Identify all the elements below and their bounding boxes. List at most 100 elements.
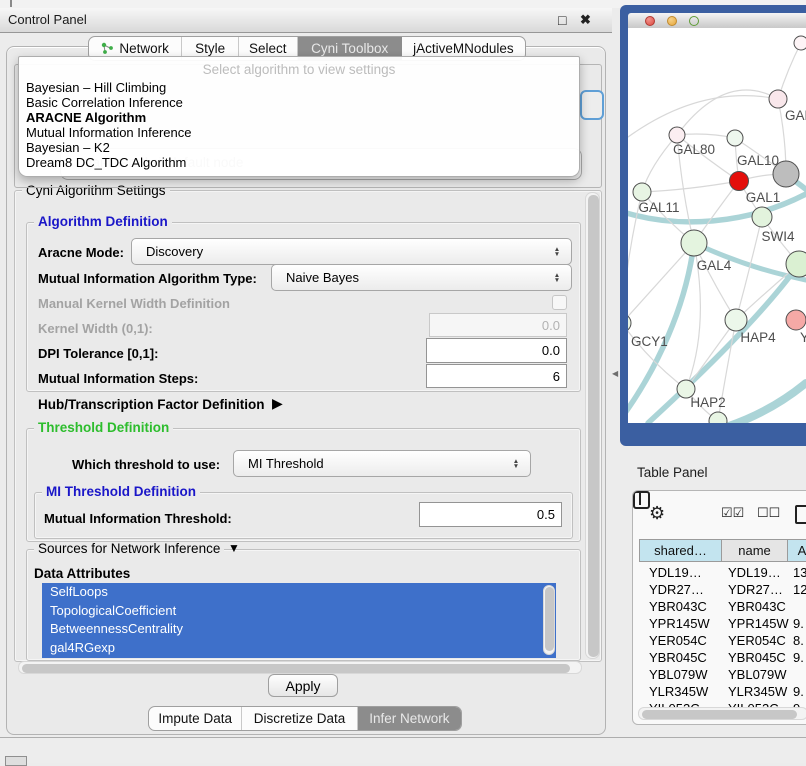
zoom-traffic-light-icon[interactable] [689,16,699,26]
dpi-tolerance-field[interactable]: 0.0 [426,338,567,363]
settings-horizontal-scrollbar[interactable] [18,661,582,674]
table-cell[interactable]: YDL19… [728,565,781,580]
list-item-selfloops[interactable]: SelfLoops [42,583,556,602]
node-gal-partial[interactable] [769,90,787,108]
algorithm-option-basic-correlation[interactable]: Basic Correlation Inference [26,95,183,110]
table-cell[interactable]: YPR145W [728,616,789,631]
aracne-mode-combo[interactable]: Discovery ▲ ▼ [131,238,572,265]
algorithm-option-mutual-information[interactable]: Mutual Information Inference [26,125,191,140]
spinner-down-icon: ▼ [554,251,560,258]
which-threshold-combo[interactable]: MI Threshold ▲ ▼ [233,450,531,477]
node-partial-top[interactable] [794,36,806,50]
column-header-shared-name[interactable]: shared… [639,539,722,562]
select-all-checkboxes-icon[interactable]: ☑☑ [721,505,744,521]
network-canvas[interactable]: GAL GAL80 GAL10 GAL1 GAL11 GAL4 SWI4 HAP… [628,28,806,423]
table-cell[interactable]: YLR345W [728,684,787,699]
panel-splitter-arrow-icon[interactable]: ◀ [612,369,618,378]
table-cell[interactable]: 9. [793,650,804,665]
table-cell[interactable]: YBR045C [649,650,707,665]
settings-horizontal-scrollbar-thumb[interactable] [22,664,570,673]
table-cell[interactable]: YBL079W [649,667,708,682]
node-gal10[interactable] [727,130,743,146]
table-cell[interactable]: 8. [793,633,804,648]
mi-steps-field[interactable]: 6 [426,364,567,388]
node-gal1-red[interactable] [730,172,749,191]
list-item-gal4rgexp[interactable]: gal4RGexp [42,639,556,658]
attributes-list-scrollbar-thumb[interactable] [545,587,554,651]
table-cell[interactable]: YBR043C [728,599,786,614]
partial-bottom-button[interactable] [5,756,27,766]
manual-kernel-checkbox[interactable] [552,295,567,310]
algorithm-option-bayesian-k2[interactable]: Bayesian – K2 [26,140,110,155]
tab-jactivemnodules-label: jActiveMNodules [413,41,514,56]
close-window-icon[interactable]: ✖ [580,12,591,28]
tab-infer-network[interactable]: Infer Network [358,707,461,730]
table-cell[interactable]: YBL079W [728,667,787,682]
close-traffic-light-icon[interactable] [645,16,655,26]
algorithm-option-dream8[interactable]: Dream8 DC_TDC Algorithm [26,155,186,170]
export-table-icon[interactable] [795,505,806,524]
table-cell[interactable]: YER054C [728,633,786,648]
minimize-traffic-light-icon[interactable] [667,16,677,26]
sources-collapse-arrow-icon[interactable]: ▼ [228,541,240,555]
hub-expand-arrow-icon[interactable]: ▶ [272,395,283,412]
attributes-list-scrollbar[interactable] [543,585,555,655]
tab-impute-data[interactable]: Impute Data [149,707,242,730]
kernel-width-field[interactable]: 0.0 [429,313,567,337]
table-cell[interactable]: YER054C [649,633,707,648]
table-horizontal-scrollbar[interactable] [638,707,806,720]
list-item-topologicalcoefficient[interactable]: TopologicalCoefficient [42,602,556,621]
algorithm-option-aracne[interactable]: ARACNE Algorithm [26,110,146,125]
node-gal80[interactable] [669,127,685,143]
spinner-down-icon: ▼ [513,463,519,470]
network-window-titlebar[interactable] [628,13,806,28]
mi-threshold-field[interactable]: 0.5 [419,502,562,527]
manual-kernel-label: Manual Kernel Width Definition [38,296,230,311]
table-cell[interactable]: YDL19… [649,565,702,580]
table-cell[interactable]: 9. [793,616,804,631]
table-cell[interactable]: YDR27… [649,582,704,597]
control-panel-title: Control Panel [8,12,87,27]
float-window-icon[interactable]: □ [558,12,566,28]
node-y-partial[interactable] [786,310,806,330]
table-cell[interactable]: YPR145W [649,616,710,631]
node-gal11[interactable] [633,183,651,201]
node-gal4[interactable] [681,230,707,256]
list-item-betweennesscentrality[interactable]: BetweennessCentrality [42,620,556,639]
hub-definition-label[interactable]: Hub/Transcription Factor Definition [38,397,265,412]
settings-vertical-scrollbar-thumb[interactable] [588,195,599,657]
table-cell[interactable]: 9. [793,684,804,699]
column-header-name[interactable]: name [721,539,788,562]
tab-discretize-data[interactable]: Discretize Data [242,707,357,730]
tab-impute-data-label: Impute Data [158,711,232,726]
node-gcy1[interactable] [628,314,631,332]
mi-type-label: Mutual Information Algorithm Type: [38,271,257,286]
algorithm-option-bayesian-hill-climbing[interactable]: Bayesian – Hill Climbing [26,80,166,95]
focused-button-fragment[interactable] [580,90,604,120]
apply-button[interactable]: Apply [268,674,338,697]
algorithm-dropdown-popup: Select algorithm to view settings Bayesi… [18,56,580,177]
table-cell[interactable]: YDR27… [728,582,783,597]
algorithm-definition-title: Algorithm Definition [34,215,172,229]
checkbox-checked-icon: ☑ [721,505,733,520]
node-partial-bottom[interactable] [709,412,727,423]
node-green-small[interactable] [752,207,772,227]
checkbox-checked-icon: ☑ [733,505,745,520]
settings-vertical-scrollbar[interactable] [585,192,600,659]
gear-icon[interactable]: ⚙ [649,503,665,524]
table-cell[interactable]: 12 [793,582,806,597]
table-cell[interactable]: 13 [793,565,806,580]
node-hap4[interactable] [725,309,747,331]
node-label: GAL10 [737,153,779,168]
mi-type-combo[interactable]: Naive Bayes ▲ ▼ [271,264,572,291]
node-label: GAL [785,108,806,123]
data-attributes-list[interactable]: SelfLoops TopologicalCoefficient Between… [42,583,556,658]
column-header-partial[interactable]: A [787,539,806,562]
table-cell[interactable]: YBR045C [728,650,786,665]
show-columns-icon[interactable] [633,491,650,509]
deselect-all-checkboxes-icon[interactable]: ☐☐ [757,505,780,521]
table-cell[interactable]: YBR043C [649,599,707,614]
table-horizontal-scrollbar-thumb[interactable] [642,710,797,719]
table-cell[interactable]: YLR345W [649,684,708,699]
sources-group-title[interactable]: Sources for Network Inference [34,542,224,556]
